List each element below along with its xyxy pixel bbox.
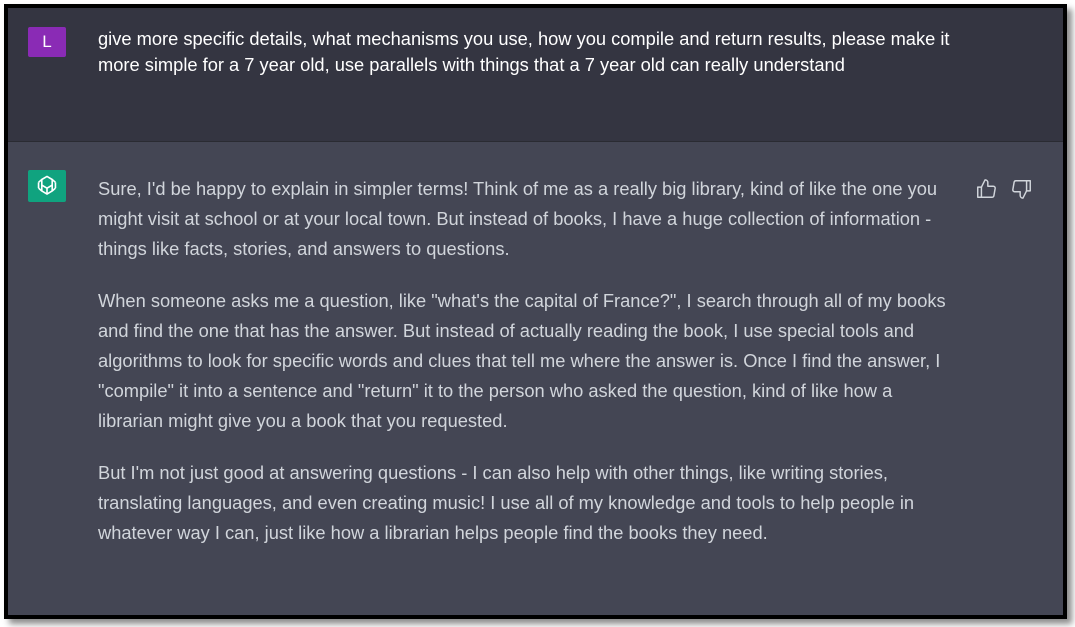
assistant-message-text: Sure, I'd be happy to explain in simpler… xyxy=(98,174,956,570)
user-message-row: L give more specific details, what mecha… xyxy=(8,8,1063,142)
assistant-paragraph-1: Sure, I'd be happy to explain in simpler… xyxy=(98,178,938,259)
thumbs-up-icon[interactable] xyxy=(975,178,997,200)
screenshot-frame: L give more specific details, what mecha… xyxy=(4,4,1067,619)
feedback-controls xyxy=(975,178,1033,200)
assistant-paragraph-3: But I'm not just good at answering quest… xyxy=(98,462,915,543)
assistant-paragraph-2: When someone asks me a question, like "w… xyxy=(98,290,946,431)
user-message-text: give more specific details, what mechani… xyxy=(98,28,950,75)
assistant-avatar xyxy=(28,170,66,202)
openai-logo-icon xyxy=(37,175,57,195)
thumbs-down-icon[interactable] xyxy=(1011,178,1033,200)
assistant-message-row: Sure, I'd be happy to explain in simpler… xyxy=(8,142,1063,615)
user-avatar: L xyxy=(28,27,66,57)
